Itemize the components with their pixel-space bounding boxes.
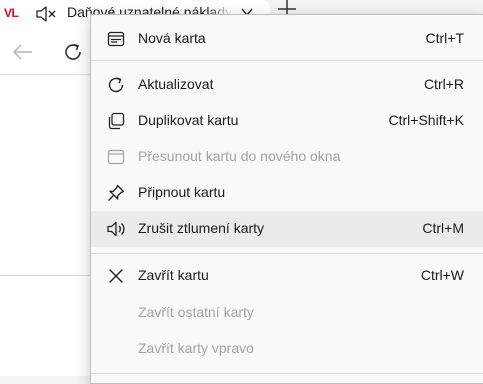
refresh-icon[interactable] (62, 41, 84, 68)
menu-item-label: Zrušit ztlumení karty (138, 220, 265, 236)
pin-icon (106, 183, 126, 203)
menu-separator (91, 253, 483, 254)
menu-item-label: Přesunout kartu do nového okna (138, 148, 341, 164)
duplicate-icon (106, 111, 126, 131)
menu-item-label: Připnout kartu (138, 184, 226, 200)
menu-item-pin-tab[interactable]: Připnout kartu (91, 175, 483, 211)
tab-context-menu: Nová karta Ctrl+T Aktualizovat Ctrl+R Du… (90, 14, 483, 384)
menu-item-shortcut: Ctrl+T (425, 30, 465, 46)
menu-item-duplicate-tab[interactable]: Duplikovat kartu Ctrl+Shift+K (91, 103, 483, 139)
menu-item-new-tab[interactable]: Nová karta Ctrl+T (91, 21, 483, 57)
menu-item-label: Aktualizovat (138, 76, 214, 92)
menu-item-label: Nová karta (138, 30, 206, 46)
menu-item-unmute-tab[interactable]: Zrušit ztlumení karty Ctrl+M (91, 211, 483, 247)
menu-item-move-to-new-window[interactable]: Přesunout kartu do nového okna (91, 139, 483, 175)
menu-item-label: Duplikovat kartu (138, 112, 239, 128)
menu-item-label: Zavřít ostatní karty (138, 304, 254, 320)
menu-item-close-other-tabs[interactable]: Zavřít ostatní karty (91, 295, 483, 331)
menu-item-label: Zavřít karty vpravo (138, 340, 254, 356)
window-icon (106, 147, 126, 167)
menu-item-close-tabs-right[interactable]: Zavřít karty vpravo (91, 331, 483, 367)
menu-separator (91, 373, 483, 374)
menu-item-shortcut: Ctrl+M (422, 220, 464, 236)
close-icon (106, 266, 126, 286)
speaker-muted-icon[interactable] (35, 4, 57, 29)
menu-item-shortcut: Ctrl+Shift+K (388, 112, 464, 128)
menu-item-shortcut: Ctrl+R (423, 76, 464, 92)
menu-item-label: Zavřít kartu (138, 267, 209, 283)
menu-item-refresh[interactable]: Aktualizovat Ctrl+R (91, 67, 483, 103)
menu-item-shortcut: Ctrl+W (420, 267, 464, 283)
arrow-left-icon[interactable] (12, 42, 34, 67)
menu-separator (91, 60, 483, 61)
new-tab-icon (106, 29, 126, 49)
speaker-icon (106, 219, 126, 239)
refresh-icon (106, 75, 126, 95)
site-logo: VL (4, 6, 19, 20)
divider (0, 275, 95, 276)
menu-item-close-tab[interactable]: Zavřít kartu Ctrl+W (91, 258, 483, 294)
